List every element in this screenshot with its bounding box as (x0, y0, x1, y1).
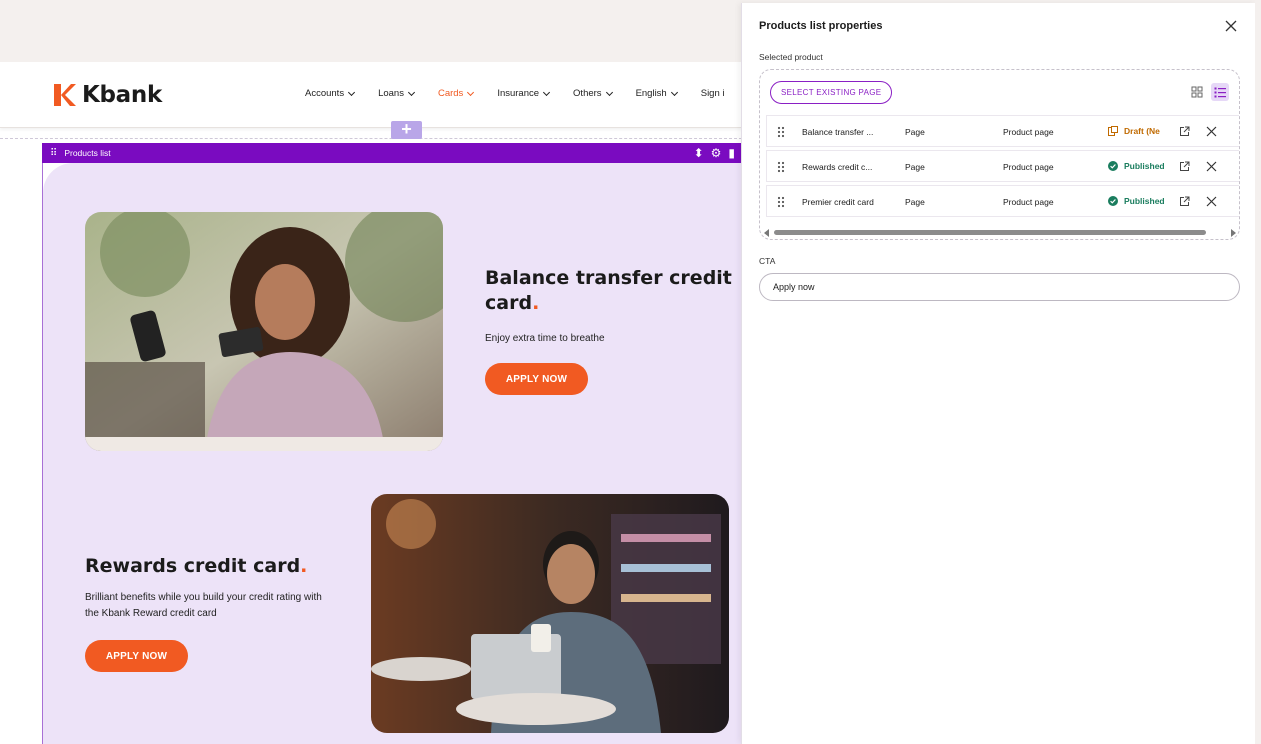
drag-handle-icon[interactable]: ⠿ (50, 148, 57, 159)
open-external-icon[interactable] (1179, 126, 1190, 137)
add-component-button[interactable]: + (391, 120, 422, 139)
more-icon[interactable]: ▮ (728, 146, 735, 160)
nav-others[interactable]: Others (573, 88, 613, 99)
check-circle-icon (1108, 161, 1118, 171)
nav-loans[interactable]: Loans (378, 88, 416, 99)
row-template: Product page (1003, 127, 1054, 137)
status-text: Published (1124, 196, 1165, 206)
status-badge: Published (1108, 161, 1167, 171)
nav-sign-in[interactable]: Sign i (701, 88, 725, 99)
close-icon[interactable] (1206, 126, 1217, 137)
row-name: Balance transfer ... (802, 127, 874, 137)
cta-input[interactable] (759, 273, 1240, 301)
chevron-down-icon (467, 88, 475, 96)
nav-language[interactable]: English (635, 88, 678, 99)
row-type: Page (905, 197, 925, 207)
row-name: Premier credit card (802, 197, 874, 207)
status-badge: Published (1108, 196, 1167, 206)
close-icon[interactable] (1206, 196, 1217, 207)
cta-label: CTA (759, 256, 776, 266)
row-template: Product page (1003, 197, 1054, 207)
chevron-down-icon (605, 88, 613, 96)
nav-insurance[interactable]: Insurance (497, 88, 551, 99)
drag-handle-icon[interactable] (777, 196, 785, 208)
nav-label: Cards (437, 88, 464, 99)
card-description: Brilliant benefits while you build your … (85, 592, 322, 619)
nav-label: Sign i (700, 88, 725, 99)
close-icon[interactable] (1206, 161, 1217, 172)
gear-icon[interactable]: ⚙ (711, 146, 722, 160)
grid-view-icon[interactable] (1191, 86, 1203, 98)
card-photo-man (371, 494, 729, 733)
drag-handle-icon[interactable] (777, 126, 785, 138)
main-nav: Accounts Loans Cards Insurance Others En… (305, 88, 749, 99)
move-icon[interactable]: ⬍ (694, 146, 704, 160)
select-existing-page-button[interactable]: SELECT EXISTING PAGE (770, 81, 893, 104)
close-icon[interactable] (1224, 19, 1238, 33)
kbank-logo[interactable]: Kbank (52, 82, 162, 108)
nav-label: Accounts (305, 88, 345, 99)
open-external-icon[interactable] (1179, 196, 1190, 207)
row-type: Page (905, 162, 925, 172)
draft-icon (1108, 126, 1118, 136)
chevron-down-icon (543, 88, 551, 96)
card-title: Balance transfer credit card. (485, 267, 732, 314)
nav-label: Insurance (497, 88, 540, 99)
component-label: Products list (64, 148, 111, 158)
scroll-left-icon[interactable] (764, 229, 769, 237)
table-row[interactable]: Balance transfer ... Page Product page D… (766, 115, 1239, 147)
component-toolbar[interactable]: ⠿ Products list ⬍ ⚙ ▮ (42, 143, 742, 163)
open-external-icon[interactable] (1179, 161, 1190, 172)
card-photo-woman (85, 212, 443, 451)
status-badge: Draft (Ne (1108, 126, 1167, 136)
scroll-right-icon[interactable] (1231, 229, 1236, 237)
chevron-down-icon (348, 88, 356, 96)
logo-text: Kbank (82, 82, 162, 108)
card-title: Rewards credit card. (85, 555, 308, 577)
panel-title: Products list properties (759, 20, 883, 32)
properties-panel: Products list properties Selected produc… (741, 3, 1255, 744)
status-text: Draft (Ne (1124, 126, 1160, 136)
table-row[interactable]: Premier credit card Page Product page Pu… (766, 185, 1239, 217)
apply-now-button[interactable]: APPLY NOW (485, 363, 588, 395)
horizontal-scrollbar[interactable] (760, 228, 1239, 238)
site-header: Kbank Accounts Loans Cards Insurance Oth… (0, 62, 742, 128)
check-circle-icon (1108, 196, 1118, 206)
status-text: Published (1124, 161, 1165, 171)
kbank-logo-icon (54, 84, 76, 106)
apply-now-button[interactable]: APPLY NOW (85, 640, 188, 672)
scrollbar-thumb[interactable] (774, 230, 1206, 235)
selected-product-label: Selected product (759, 52, 823, 62)
nav-label: English (635, 88, 667, 99)
row-template: Product page (1003, 162, 1054, 172)
nav-cards[interactable]: Cards (437, 88, 475, 99)
drop-zone-line (0, 138, 742, 139)
table-row[interactable]: Rewards credit c... Page Product page Pu… (766, 150, 1239, 182)
card-description: Enjoy extra time to breathe (485, 333, 605, 344)
nav-label: Others (573, 88, 602, 99)
row-type: Page (905, 127, 925, 137)
row-name: Rewards credit c... (802, 162, 873, 172)
window-edge (1255, 0, 1261, 744)
products-list-canvas: Balance transfer credit card. Enjoy extr… (42, 163, 742, 744)
list-view-icon (1214, 87, 1226, 98)
chevron-down-icon (670, 88, 678, 96)
drag-handle-icon[interactable] (777, 161, 785, 173)
selected-products-list: SELECT EXISTING PAGE Balance transfer ..… (759, 69, 1240, 240)
nav-label: Loans (378, 88, 404, 99)
chevron-down-icon (407, 88, 416, 96)
component-tools: ⬍ ⚙ ▮ (694, 146, 742, 160)
list-view-button[interactable] (1211, 83, 1229, 101)
nav-accounts[interactable]: Accounts (305, 88, 356, 99)
